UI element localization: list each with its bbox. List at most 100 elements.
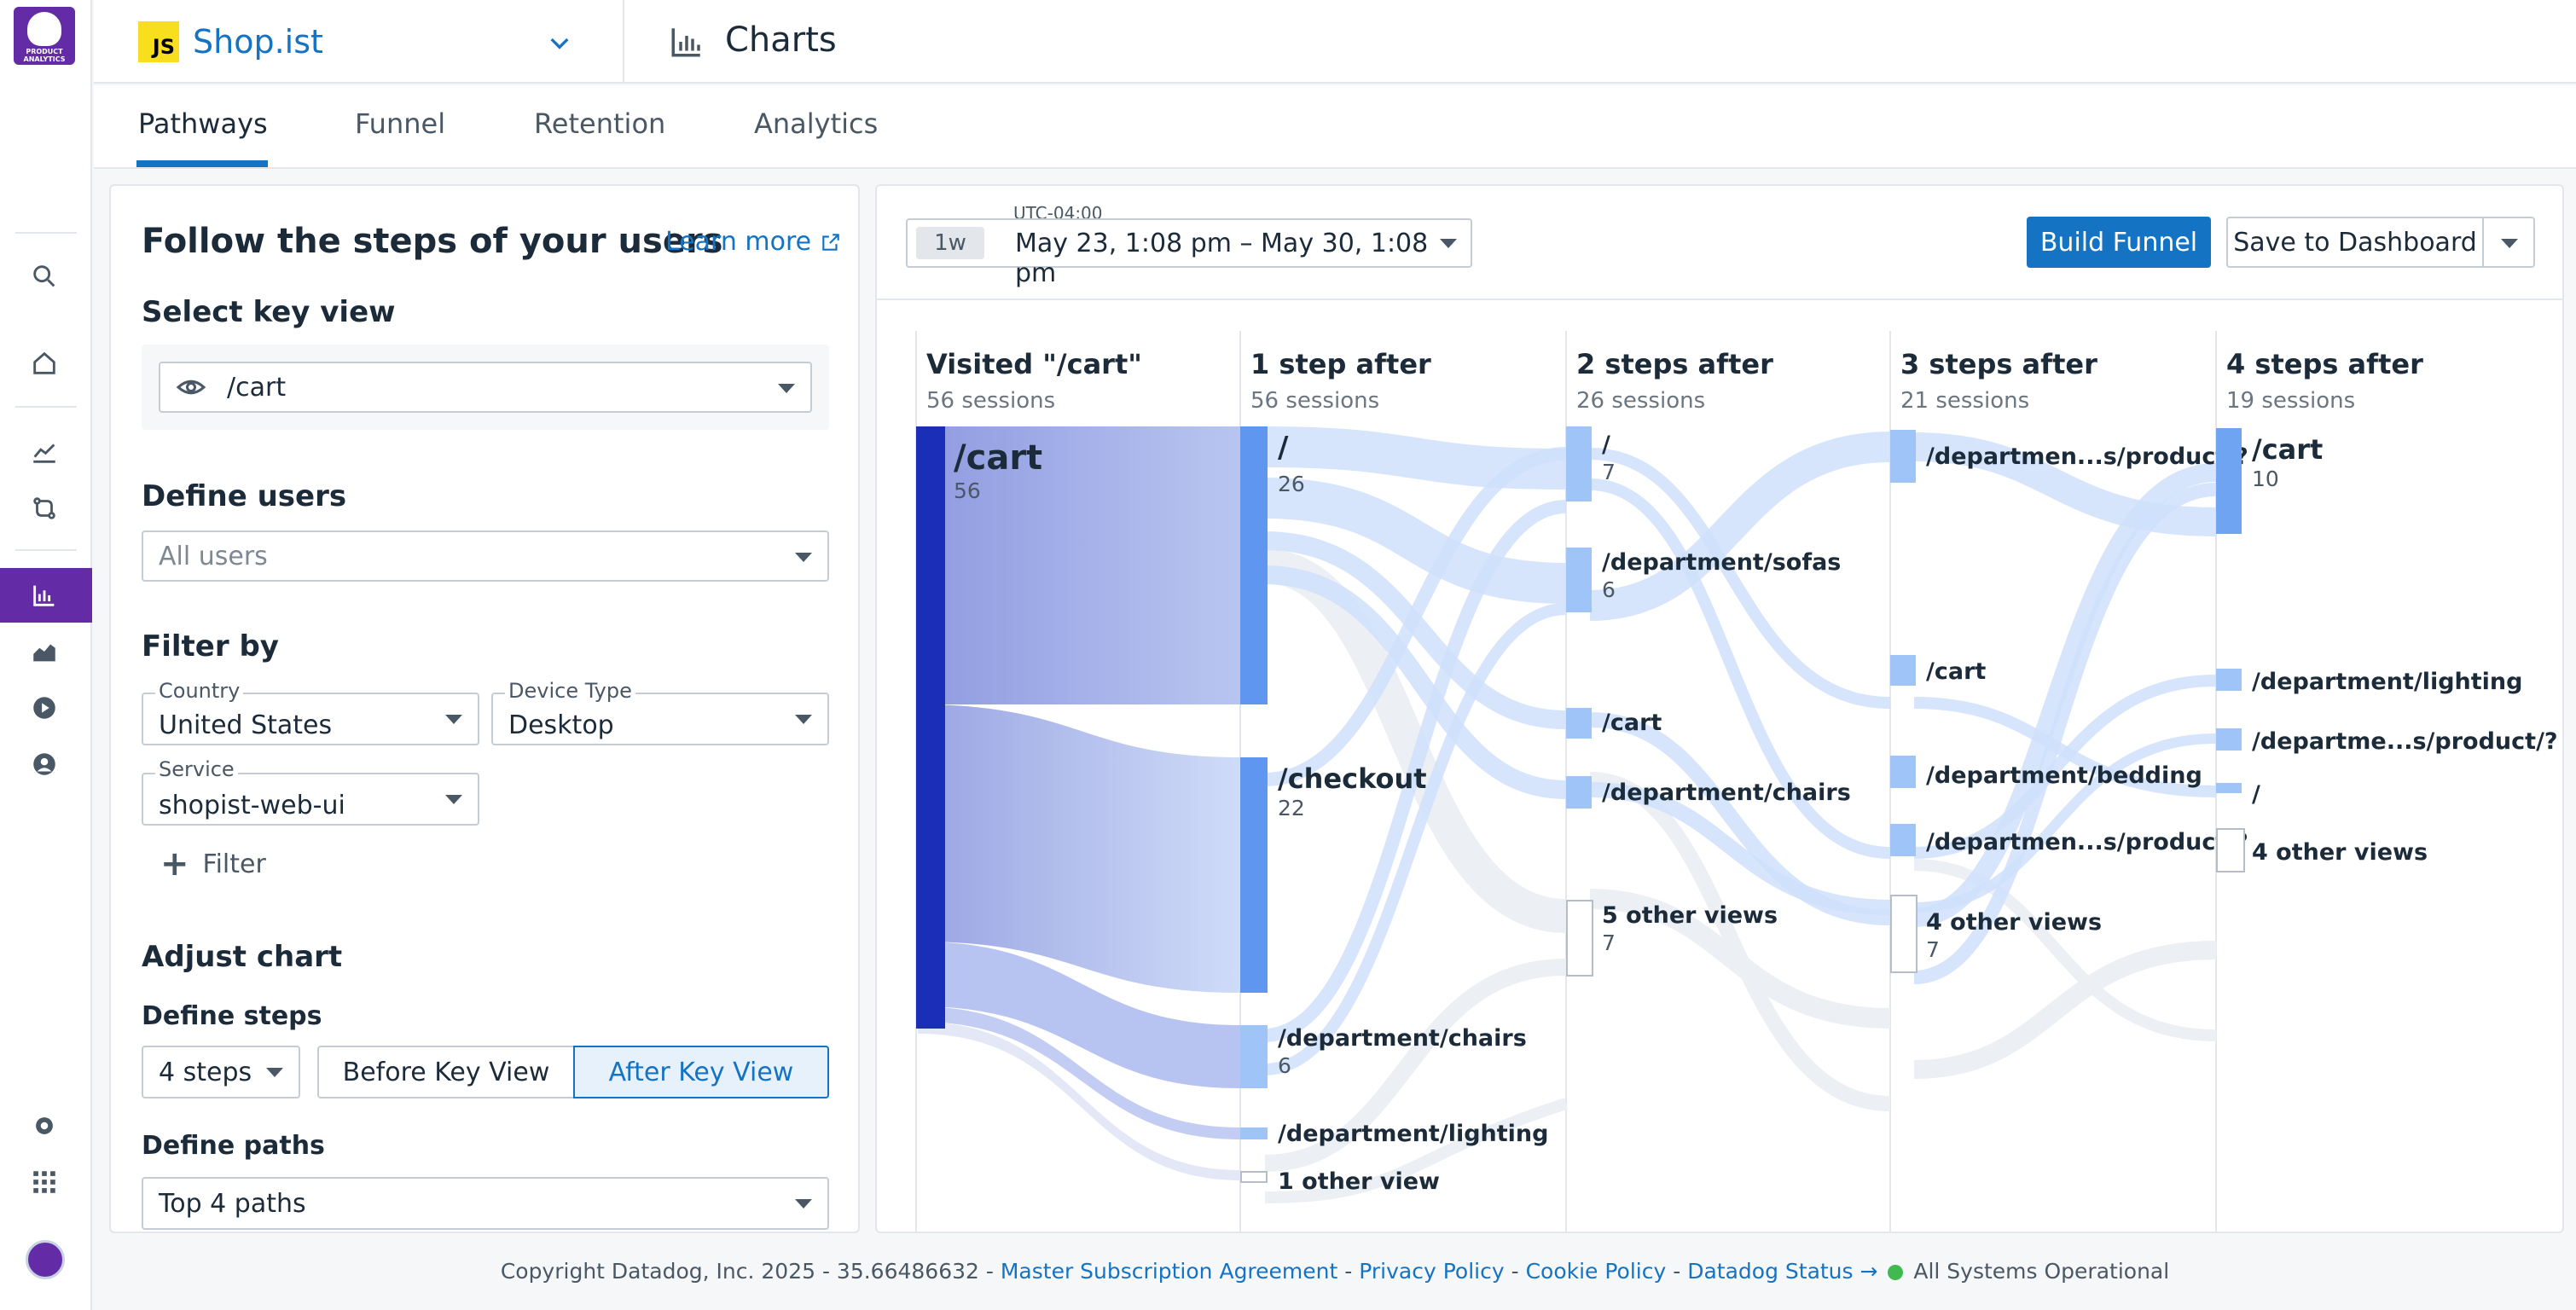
node-value: 56 — [954, 478, 981, 503]
metrics-icon[interactable] — [26, 433, 63, 471]
tab-retention[interactable]: Retention — [534, 107, 665, 140]
tab-analytics[interactable]: Analytics — [754, 107, 878, 140]
add-filter-button[interactable]: + Filter — [160, 844, 266, 884]
sankey-node-department-lighting[interactable]: /department/lighting — [2216, 669, 2522, 695]
sankey-node-root[interactable]: / — [2216, 781, 2260, 808]
node-label: /cart — [1602, 710, 1662, 736]
sankey-node-cart[interactable]: /cart — [1566, 708, 1662, 739]
pathways-sankey-chart: Visited "/cart" 56 sessions 1 step after… — [915, 331, 2558, 1232]
node-bar — [1566, 548, 1592, 612]
node-bar — [1240, 1127, 1268, 1139]
time-range-picker[interactable]: 1w May 23, 1:08 pm – May 30, 1:08 pm — [906, 218, 1472, 288]
sankey-node-department-chairs[interactable]: /department/chairs — [1566, 776, 1851, 809]
privacy-policy-link[interactable]: Privacy Policy — [1359, 1259, 1504, 1284]
segments-icon[interactable] — [26, 745, 63, 783]
charts-icon[interactable] — [26, 577, 63, 614]
area-chart-icon[interactable] — [26, 633, 63, 670]
sankey-node-department-product[interactable]: /departme...s/product/? — [2216, 728, 2558, 755]
node-bar — [2216, 428, 2242, 534]
after-key-view-toggle[interactable]: After Key View — [573, 1046, 829, 1098]
apps-grid-icon[interactable] — [26, 1163, 63, 1201]
key-view-value: /cart — [227, 372, 287, 403]
msa-link[interactable]: Master Subscription Agreement — [1001, 1259, 1337, 1284]
column-sessions: 19 sessions — [2226, 388, 2355, 414]
sankey-node-department-lighting[interactable]: /department/lighting — [1240, 1121, 1548, 1147]
node-label: /department/bedding — [1926, 762, 2202, 789]
home-icon[interactable] — [26, 345, 63, 382]
node-bar — [2216, 728, 2242, 751]
active-tab-indicator — [136, 160, 268, 167]
node-value: 26 — [1278, 472, 1305, 496]
tab-pathways[interactable]: Pathways — [138, 107, 268, 140]
paths-select[interactable]: Top 4 paths — [142, 1177, 829, 1230]
key-view-select[interactable]: /cart — [159, 362, 812, 413]
define-steps-heading: Define steps — [142, 1001, 322, 1031]
column-sessions: 56 sessions — [1250, 388, 1379, 414]
user-avatar[interactable] — [26, 1240, 65, 1279]
datadog-logo-icon — [27, 12, 61, 46]
copyright-text: Copyright Datadog, Inc. 2025 - 35.664866… — [500, 1259, 994, 1284]
device-type-label: Device Type — [505, 679, 635, 703]
key-view-heading: Select key view — [142, 295, 396, 329]
node-value: 7 — [1926, 937, 1940, 962]
cookie-policy-link[interactable]: Cookie Policy — [1526, 1259, 1667, 1284]
tab-funnel[interactable]: Funnel — [355, 107, 445, 140]
caret-down-icon — [1440, 239, 1457, 248]
adjust-chart-heading: Adjust chart — [142, 940, 343, 974]
add-filter-label: Filter — [202, 849, 266, 879]
node-label: 1 other view — [1278, 1168, 1440, 1195]
node-label: /cart — [1926, 658, 1986, 685]
footer-separator: - — [1673, 1259, 1681, 1284]
session-replay-icon[interactable] — [26, 689, 63, 727]
steps-select[interactable]: 4 steps — [142, 1046, 300, 1098]
query-builder-panel: Follow the steps of your users Learn mor… — [109, 184, 860, 1233]
caret-down-icon — [445, 795, 462, 804]
node-label: /cart — [2252, 433, 2323, 466]
datadog-status-link[interactable]: Datadog Status → — [1687, 1259, 1877, 1284]
learn-more-label: Learn more — [665, 227, 812, 257]
sankey-node-cart[interactable]: /cart — [1890, 655, 1986, 686]
build-funnel-button[interactable]: Build Funnel — [2027, 217, 2211, 268]
node-label: /department/lighting — [2252, 669, 2522, 695]
eye-icon — [176, 380, 206, 395]
define-paths-heading: Define paths — [142, 1131, 325, 1161]
status-indicator-dot — [1888, 1265, 1904, 1280]
paths-value: Top 4 paths — [159, 1188, 306, 1219]
node-bar — [1890, 824, 1916, 856]
application-selector[interactable]: JS Shop.ist — [138, 20, 323, 63]
panel-title: Follow the steps of your users — [142, 222, 723, 261]
footer-separator: - — [1511, 1259, 1519, 1284]
learn-more-link[interactable]: Learn more — [665, 227, 842, 257]
settings-gear-icon[interactable] — [26, 1107, 63, 1145]
sankey-node-cart[interactable]: /cart 10 — [2216, 428, 2323, 534]
node-bar — [2216, 669, 2242, 691]
product-analytics-logo[interactable]: PRODUCT ANALYTICS — [14, 7, 75, 65]
users-select[interactable]: All users — [142, 530, 829, 582]
footer: Copyright Datadog, Inc. 2025 - 35.664866… — [94, 1259, 2576, 1284]
search-icon[interactable] — [26, 258, 63, 295]
sankey-node-department-product[interactable]: /departmen...s/product/? — [1890, 824, 2248, 856]
save-to-dashboard-button[interactable]: Save to Dashboard — [2226, 217, 2482, 268]
node-label: 5 other views — [1602, 902, 1778, 929]
footer-separator: - — [1344, 1259, 1353, 1284]
node-value: 10 — [2252, 467, 2279, 491]
journey-icon[interactable] — [26, 490, 63, 527]
flow-link — [1589, 448, 1891, 709]
javascript-app-icon: JS — [138, 21, 179, 62]
chevron-down-icon[interactable] — [546, 29, 573, 56]
column-title: 1 step after — [1250, 348, 1431, 380]
left-nav-rail: PRODUCT ANALYTICS — [0, 0, 92, 1310]
sankey-node-other-views[interactable]: 1 other view — [1240, 1168, 1440, 1195]
node-label: /departmen...s/product/? — [1926, 829, 2248, 855]
before-key-view-toggle[interactable]: Before Key View — [317, 1046, 575, 1098]
top-bar: JS Shop.ist Charts — [94, 0, 2576, 84]
time-range-pill: 1w — [916, 227, 984, 259]
save-options-dropdown[interactable] — [2482, 217, 2535, 268]
divider — [15, 406, 77, 408]
column-sessions: 21 sessions — [1900, 388, 2029, 414]
sankey-node-other-views[interactable]: 4 other views — [2216, 828, 2428, 872]
node-label: / — [2252, 781, 2260, 808]
node-label: /department/lighting — [1278, 1121, 1548, 1147]
node-bar — [1890, 756, 1916, 788]
sankey-node-department-chairs[interactable]: /department/chairs 6 — [1240, 1025, 1527, 1088]
